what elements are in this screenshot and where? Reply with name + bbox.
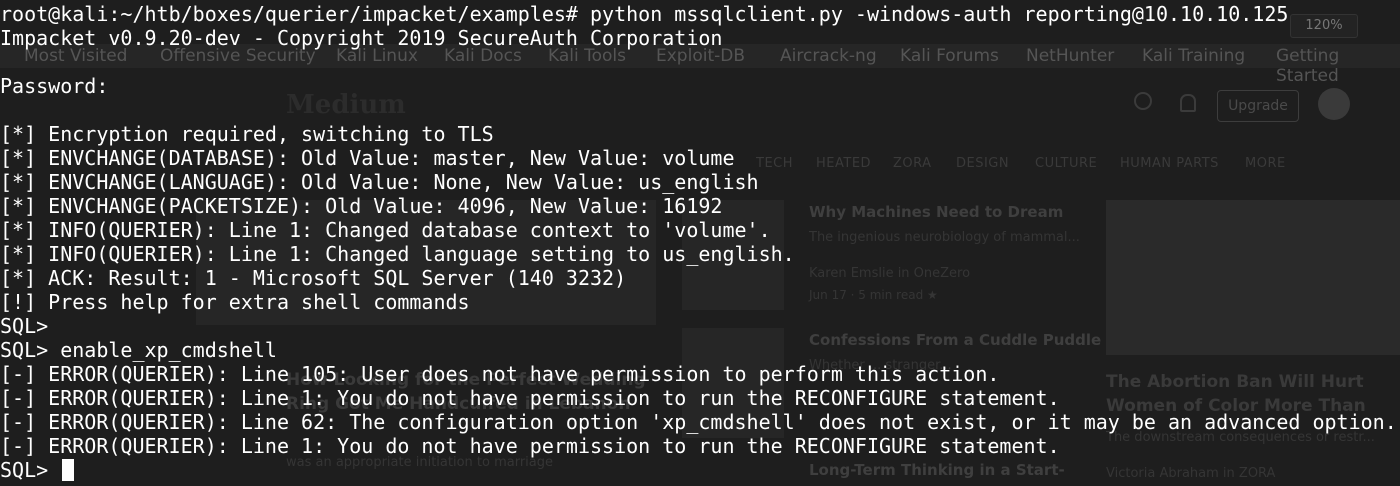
output-line: Password: (0, 74, 109, 98)
output-line: [-] ERROR(QUERIER): Line 62: The configu… (0, 410, 1397, 434)
output-line: [*] ENVCHANGE(DATABASE): Old Value: mast… (0, 146, 735, 170)
output-line: [*] ENVCHANGE(PACKETSIZE): Old Value: 40… (0, 194, 723, 218)
shell-command: python mssqlclient.py -windows-auth repo… (590, 2, 1289, 26)
terminal-window[interactable]: root@kali:~/htb/boxes/querier/impacket/e… (0, 0, 1400, 486)
output-line: [-] ERROR(QUERIER): Line 1: You do not h… (0, 434, 1060, 458)
output-line: SQL> enable_xp_cmdshell (0, 338, 277, 362)
command-line: root@kali:~/htb/boxes/querier/impacket/e… (0, 2, 1400, 26)
output-line: [-] ERROR(QUERIER): Line 105: User does … (0, 362, 1000, 386)
output-line: [*] INFO(QUERIER): Line 1: Changed langu… (0, 242, 795, 266)
text-cursor (62, 459, 75, 481)
output-line: [*] Encryption required, switching to TL… (0, 122, 494, 146)
output-line: SQL> (0, 314, 49, 338)
output-line: Impacket v0.9.20-dev - Copyright 2019 Se… (0, 26, 723, 50)
terminal-output: Impacket v0.9.20-dev - Copyright 2019 Se… (0, 26, 1400, 458)
output-line: [*] ACK: Result: 1 - Microsoft SQL Serve… (0, 266, 627, 290)
output-line: [*] ENVCHANGE(LANGUAGE): Old Value: None… (0, 170, 759, 194)
sql-prompt: SQL> (0, 458, 61, 482)
output-line: [*] INFO(QUERIER): Line 1: Changed datab… (0, 218, 771, 242)
output-line: [!] Press help for extra shell commands (0, 290, 470, 314)
output-line: [-] ERROR(QUERIER): Line 1: You do not h… (0, 386, 1060, 410)
input-line[interactable]: SQL> (0, 458, 1400, 482)
shell-prompt: root@kali:~/htb/boxes/querier/impacket/e… (0, 2, 591, 26)
